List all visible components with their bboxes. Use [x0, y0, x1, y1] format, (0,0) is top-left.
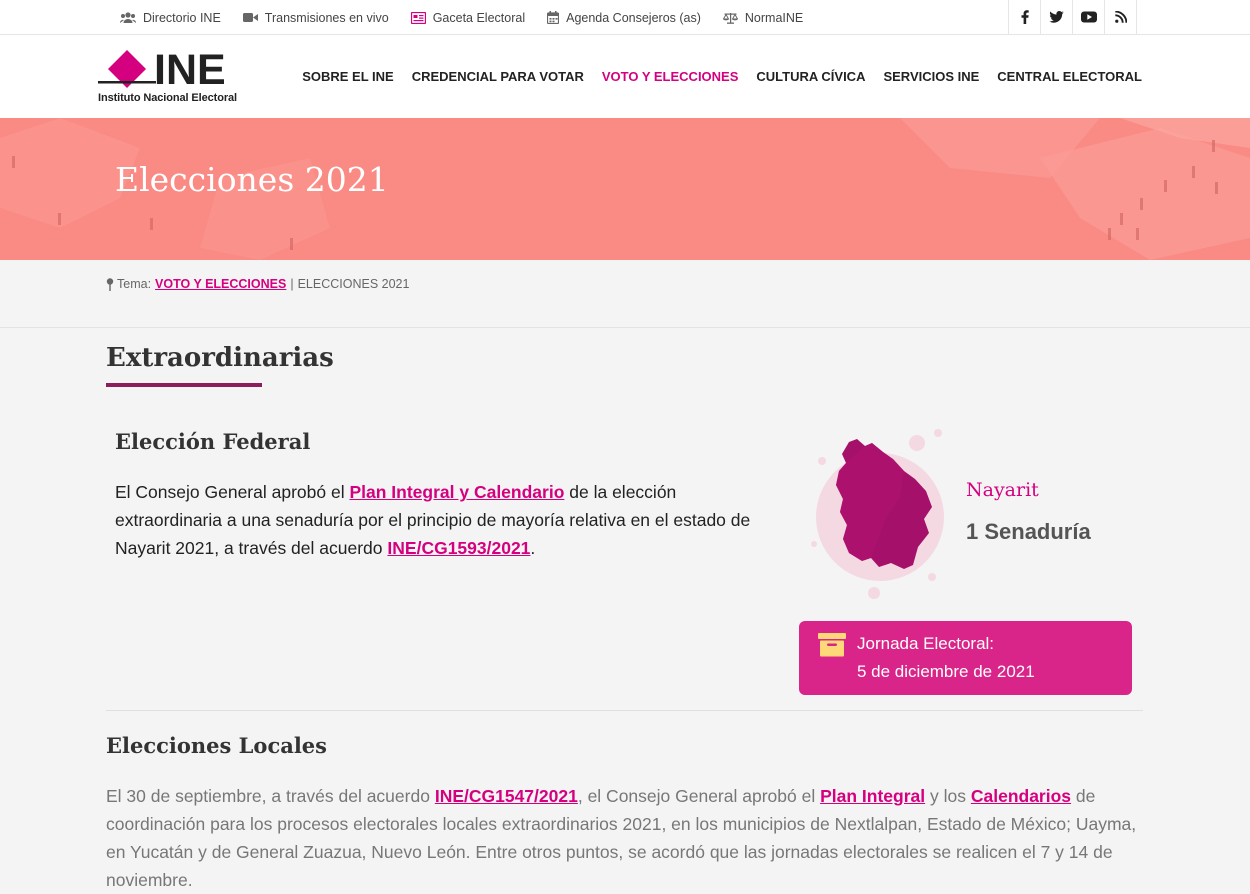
local-text-part-3: y los [930, 786, 966, 806]
directorio-link[interactable]: Directorio INE [120, 11, 221, 25]
map-pin-icon [106, 277, 114, 291]
twitter-icon [1049, 11, 1064, 23]
normaine-label: NormaINE [744, 10, 804, 25]
state-name: Nayarit [966, 479, 1039, 501]
local-elections-title: Elecciones Locales [106, 733, 327, 758]
youtube-button[interactable] [1073, 0, 1105, 34]
rss-icon [1114, 11, 1127, 23]
gaceta-link[interactable]: Gaceta Electoral [410, 10, 526, 25]
breadcrumb: Tema: VOTO Y ELECCIONES | ELECCIONES 202… [106, 277, 409, 291]
nav-cultura-civica[interactable]: CULTURA CÍVICA [756, 69, 865, 84]
facebook-icon [1021, 10, 1029, 24]
nayarit-map-icon [811, 429, 944, 599]
nav-credencial[interactable]: CREDENCIAL PARA VOTAR [412, 69, 584, 84]
section-title-underline [106, 383, 262, 387]
acuerdo-cg1547-link[interactable]: INE/CG1547/2021 [435, 786, 578, 806]
utility-links: Directorio INE Transmisiones en vivo Gac… [120, 0, 825, 35]
local-text-part-2: , el Consejo General aprobó el [577, 786, 816, 806]
newspaper-icon [410, 11, 426, 24]
jornada-electoral-card: Jornada Electoral: 5 de diciembre de 202… [799, 621, 1132, 695]
federal-text-part-1: El Consejo General aprobó el [115, 482, 345, 502]
transmisiones-label: Transmisiones en vivo [264, 10, 389, 25]
nav-central-electoral[interactable]: CENTRAL ELECTORAL [997, 69, 1142, 84]
local-text-part-1: El 30 de septiembre, a través del acuerd… [106, 786, 430, 806]
breadcrumb-separator: | [290, 277, 294, 291]
section-divider [106, 710, 1143, 711]
federal-election-title: Elección Federal [115, 429, 311, 454]
section-title-extraordinarias: Extraordinarias [106, 343, 334, 373]
hero-banner: Elecciones 2021 [0, 118, 1250, 260]
calendar-icon [547, 11, 560, 24]
breadcrumb-prefix: Tema: [117, 277, 152, 291]
site-header: INE Instituto Nacional Electoral SOBRE E… [0, 35, 1250, 118]
nav-voto-y-elecciones[interactable]: VOTO Y ELECCIONES [602, 69, 739, 84]
nav-sobre-el-ine[interactable]: SOBRE EL INE [302, 69, 394, 84]
jornada-date: 5 de diciembre de 2021 [857, 662, 1035, 681]
breadcrumb-bar: Tema: VOTO Y ELECCIONES | ELECCIONES 202… [0, 260, 1250, 328]
agenda-link[interactable]: Agenda Consejeros (as) [547, 11, 701, 25]
rss-button[interactable] [1105, 0, 1137, 34]
plan-integral-calendario-link[interactable]: Plan Integral y Calendario [349, 482, 564, 502]
users-icon [120, 11, 136, 23]
page-title: Elecciones 2021 [115, 160, 389, 199]
twitter-button[interactable] [1041, 0, 1073, 34]
transmisiones-link[interactable]: Transmisiones en vivo [242, 10, 389, 25]
gaceta-label: Gaceta Electoral [432, 10, 526, 25]
federal-election-text: El Consejo General aprobó el Plan Integr… [115, 478, 785, 562]
ine-logo-mark: INE [98, 48, 226, 92]
ine-logo[interactable]: INE Instituto Nacional Electoral [98, 48, 273, 106]
acuerdo-cg1593-link[interactable]: INE/CG1593/2021 [387, 538, 530, 558]
plan-integral-link[interactable]: Plan Integral [820, 786, 925, 806]
archive-box-icon [818, 633, 846, 657]
jornada-label: Jornada Electoral: [857, 634, 995, 653]
youtube-icon [1080, 11, 1097, 23]
agenda-label: Agenda Consejeros (as) [566, 10, 701, 25]
logo-wordmark: INE [154, 48, 226, 92]
video-icon [242, 13, 258, 22]
main-nav: SOBRE EL INE CREDENCIAL PARA VOTAR VOTO … [284, 35, 1142, 118]
scale-icon [722, 12, 738, 24]
breadcrumb-link-voto[interactable]: VOTO Y ELECCIONES [155, 277, 286, 291]
normaine-link[interactable]: NormaINE [722, 10, 804, 25]
seat-count: 1 Senaduría [966, 519, 1091, 544]
federal-text-part-3: . [530, 538, 536, 558]
social-links [1008, 0, 1137, 35]
local-elections-text: El 30 de septiembre, a través del acuerd… [106, 782, 1146, 894]
calendarios-link[interactable]: Calendarios [971, 786, 1071, 806]
nayarit-map-illustration [805, 425, 955, 605]
directorio-label: Directorio INE [143, 10, 221, 25]
utility-bar: Directorio INE Transmisiones en vivo Gac… [0, 0, 1250, 35]
nav-servicios-ine[interactable]: SERVICIOS INE [883, 69, 979, 84]
breadcrumb-current: ELECCIONES 2021 [297, 277, 410, 291]
logo-subtitle: Instituto Nacional Electoral [98, 92, 238, 104]
facebook-button[interactable] [1009, 0, 1041, 34]
